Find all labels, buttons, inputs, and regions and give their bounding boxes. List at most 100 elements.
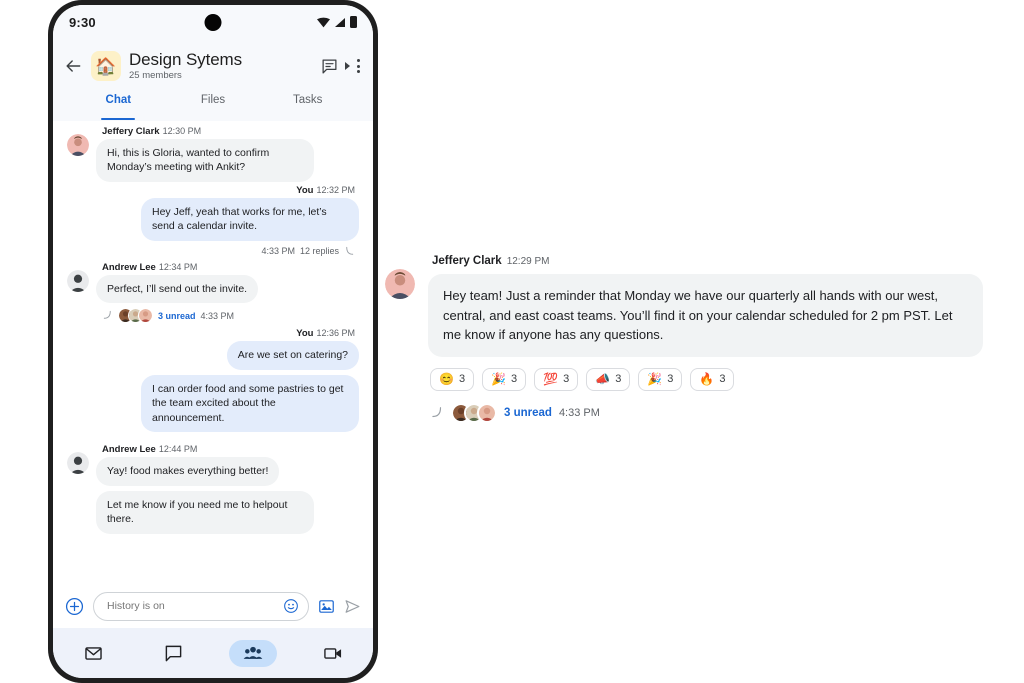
avatar [477,402,497,423]
send-icon[interactable] [344,598,361,615]
avatar [67,452,89,475]
hundred-points-reaction[interactable]: 💯 3 [534,367,579,391]
message-list[interactable]: Jeffery Clark 12:30 PM Hi, this is Gloria… [53,121,373,584]
room-member-count: 25 members [129,69,182,81]
message-input[interactable] [107,600,277,612]
status-time: 9:30 [69,14,96,30]
message-sender: Andrew Lee [102,444,156,456]
overflow-menu-icon[interactable] [357,59,361,73]
wifi-icon [317,17,330,27]
back-arrow-icon[interactable] [63,56,83,76]
thread-summary[interactable]: 4:33 PM 12 replies [67,246,355,257]
thread-reply-arrow-icon [346,246,354,255]
message-time: 12:34 PM [158,261,198,272]
nav-pill [149,640,197,667]
camera-punch-hole [204,14,222,31]
tab-files-label: Files [200,94,226,106]
phone-frame: 9:30 🏠 Design Sytems 25 members Chat Fil… [48,0,378,683]
message-bubble[interactable]: Perfect, I’ll send out the invite. [96,274,259,304]
thread-time: 4:33 PM [261,246,295,257]
avatar [138,308,153,324]
emoji-smiley-icon[interactable] [283,598,299,614]
message-bubble[interactable]: Hi, this is Gloria, wanted to confirm Mo… [96,139,314,182]
status-icons [317,16,357,28]
group-avatar[interactable]: 🏠 [91,51,121,81]
message-bubble[interactable]: Are we set on catering? [226,341,359,370]
app-bar: 🏠 Design Sytems 25 members [53,39,373,93]
tab-chat[interactable]: Chat [71,93,166,121]
message-detail-panel: Jeffery Clark 12:29 PM Hey team! Just a r… [385,255,995,423]
image-attachment-icon[interactable] [318,598,335,615]
group-avatar-emoji: 🏠 [95,56,117,76]
nav-item-spaces[interactable] [213,639,293,667]
message-bubble[interactable]: I can order food and some pastries to ge… [141,374,359,433]
message-row: Andrew Lee 12:44 PM Yay! food makes every… [67,441,359,534]
party-popper-icon: 🎉 [491,372,507,386]
message-time: 12:44 PM [158,444,198,455]
plus-circle-icon[interactable] [65,597,84,616]
message-meta: Andrew Lee 12:34 PM [102,262,359,273]
message-meta: You 12:36 PM [67,328,355,339]
message-row: Andrew Lee 12:34 PM Perfect, I’ll send ou… [67,259,359,325]
message-bubble[interactable]: Yay! food makes everything better! [96,457,280,486]
expand-caret-icon[interactable] [345,62,350,70]
room-title-block[interactable]: Design Sytems 25 members [129,51,313,81]
message-col: Jeffery Clark 12:30 PM Hi, this is Gloria… [96,123,359,182]
tab-files[interactable]: Files [166,93,261,121]
tab-chat-label: Chat [105,94,132,106]
message-col: You 12:36 PM Are we set on catering? I ca… [67,325,359,433]
nav-item-meet[interactable] [293,640,373,667]
nav-item-chat[interactable] [133,640,213,667]
avatar [67,134,89,156]
smiling-face-icon: 😊 [439,372,454,386]
bottom-nav [53,628,373,678]
reaction-count: 3 [667,373,674,385]
thread-participants [118,308,153,324]
spaces-people-icon [243,646,263,659]
smiling-face-reaction[interactable]: 😊 3 [430,367,475,391]
meet-video-icon [324,647,342,659]
room-title: Design Sytems [129,51,243,69]
screenshot-root: 9:30 🏠 Design Sytems 25 members Chat Fil… [0,0,1024,683]
composer-input-pill[interactable] [93,591,309,621]
reaction-chip-list: 😊 3 🎉 3 💯 3 📣 3 🎉 3 🔥 3 [430,367,995,391]
message-meta: You 12:32 PM [67,185,355,196]
detail-sender: Jeffery Clark [432,255,502,267]
chat-icon [165,645,181,661]
app-bar-actions [321,58,361,75]
message-col: Andrew Lee 12:34 PM Perfect, I’ll send ou… [96,259,359,325]
thread-unread-count: 3 unread [158,310,196,321]
detail-message-meta: Jeffery Clark 12:29 PM [432,255,995,267]
detail-message-bubble[interactable]: Hey team! Just a reminder that Monday we… [428,274,983,357]
message-bubble[interactable]: Hey Jeff, yeah that works for me, let’s … [141,197,359,241]
tab-tasks[interactable]: Tasks [260,93,355,121]
detail-thread-summary[interactable]: 3 unread 4:33 PM [430,402,995,423]
fire-reaction[interactable]: 🔥 3 [690,367,735,391]
bubble-wrap: Let me know if you need me to helpout th… [96,490,359,534]
message-composer [53,584,373,628]
chat-bubble-icon[interactable] [321,58,338,75]
reaction-count: 3 [511,373,518,385]
megaphone-reaction[interactable]: 📣 3 [586,367,631,391]
message-col: Andrew Lee 12:44 PM Yay! food makes every… [96,441,359,534]
message-sender: You [296,184,314,196]
nav-pill [309,640,357,667]
reaction-count: 3 [719,373,726,385]
thread-time: 4:33 PM [558,406,600,419]
message-meta: Jeffery Clark 12:30 PM [102,126,359,137]
party-popper-reaction[interactable]: 🎉 3 [482,367,527,391]
message-bubble[interactable]: Let me know if you need me to helpout th… [96,490,314,534]
nav-item-mail[interactable] [53,640,133,667]
megaphone-icon: 📣 [595,372,611,386]
party-popper-reaction-2[interactable]: 🎉 3 [638,367,683,391]
message-time: 12:30 PM [162,126,202,136]
reaction-count: 3 [458,373,466,385]
tab-bar: Chat Files Tasks [53,93,373,121]
message-row: Jeffery Clark 12:30 PM Hi, this is Gloria… [67,123,359,182]
mail-icon [84,646,102,660]
party-popper-icon-2: 🎉 [647,372,663,386]
thread-reply-count: 12 replies [299,246,339,257]
thread-summary[interactable]: 3 unread 4:33 PM [102,308,359,324]
reaction-count: 3 [563,373,570,385]
message-sender: You [296,328,314,340]
